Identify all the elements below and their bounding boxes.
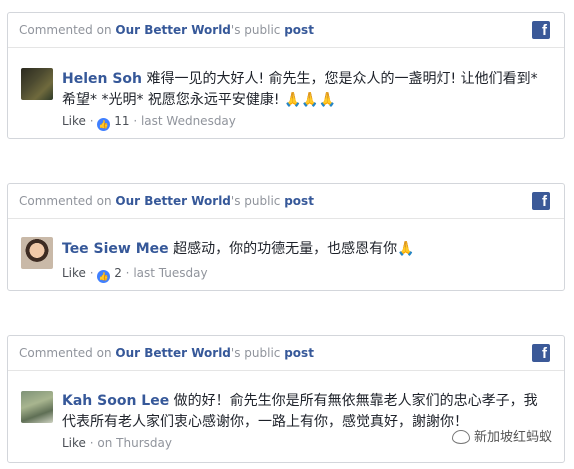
- author-link[interactable]: Kah Soon Lee: [62, 393, 169, 409]
- avatar[interactable]: [21, 391, 53, 423]
- card-header: Commented on Our Better World's public p…: [8, 336, 564, 371]
- post-link[interactable]: post: [284, 346, 314, 360]
- like-count[interactable]: 2: [114, 266, 122, 280]
- comment-card: Commented on Our Better World's public p…: [7, 335, 565, 463]
- card-header: Commented on Our Better World's public p…: [8, 13, 564, 48]
- author-link[interactable]: Helen Soh: [62, 71, 142, 87]
- facebook-icon: f: [532, 192, 550, 210]
- comment-meta: Like · on Thursday: [62, 436, 172, 450]
- comment-body: 超感动，你的功德无量，也感恩有你🙏: [173, 241, 415, 257]
- commented-on-label: Commented on: [19, 346, 112, 360]
- post-link[interactable]: post: [284, 23, 314, 37]
- commented-on-label: Commented on: [19, 23, 112, 37]
- comment-card: Commented on Our Better World's public p…: [7, 12, 565, 139]
- public-label: 's public: [230, 23, 281, 37]
- watermark: 新加坡红蚂蚁: [451, 426, 552, 445]
- facebook-icon: f: [532, 344, 550, 362]
- comment-text: Tee Siew Mee 超感动，你的功德无量，也感恩有你🙏: [62, 239, 550, 260]
- like-count[interactable]: 11: [114, 114, 129, 128]
- timestamp[interactable]: on Thursday: [97, 436, 172, 450]
- timestamp[interactable]: last Tuesday: [133, 266, 207, 280]
- avatar[interactable]: [21, 237, 53, 269]
- wechat-icon: [451, 430, 470, 444]
- comment-meta: Like · 👍 11 · last Wednesday: [62, 114, 236, 131]
- page-link[interactable]: Our Better World: [115, 23, 231, 37]
- facebook-icon: f: [532, 21, 550, 39]
- comment-text: Helen Soh 难得一见的大好人! 俞先生，您是众人的一盏明灯! 让他们看到…: [62, 69, 550, 111]
- public-label: 's public: [230, 194, 281, 208]
- card-header: Commented on Our Better World's public p…: [8, 184, 564, 219]
- timestamp[interactable]: last Wednesday: [141, 114, 236, 128]
- watermark-text: 新加坡红蚂蚁: [473, 430, 552, 445]
- avatar[interactable]: [21, 68, 53, 100]
- like-button[interactable]: Like: [62, 114, 86, 128]
- post-link[interactable]: post: [284, 194, 314, 208]
- public-label: 's public: [230, 346, 281, 360]
- comment-card: Commented on Our Better World's public p…: [7, 183, 565, 291]
- comment-meta: Like · 👍 2 · last Tuesday: [62, 266, 208, 283]
- page-link[interactable]: Our Better World: [115, 194, 231, 208]
- like-reaction-icon: 👍: [97, 270, 111, 283]
- commented-on-label: Commented on: [19, 194, 112, 208]
- like-button[interactable]: Like: [62, 266, 86, 280]
- like-button[interactable]: Like: [62, 436, 86, 450]
- like-reaction-icon: 👍: [97, 118, 111, 131]
- author-link[interactable]: Tee Siew Mee: [62, 241, 169, 257]
- page-link[interactable]: Our Better World: [115, 346, 231, 360]
